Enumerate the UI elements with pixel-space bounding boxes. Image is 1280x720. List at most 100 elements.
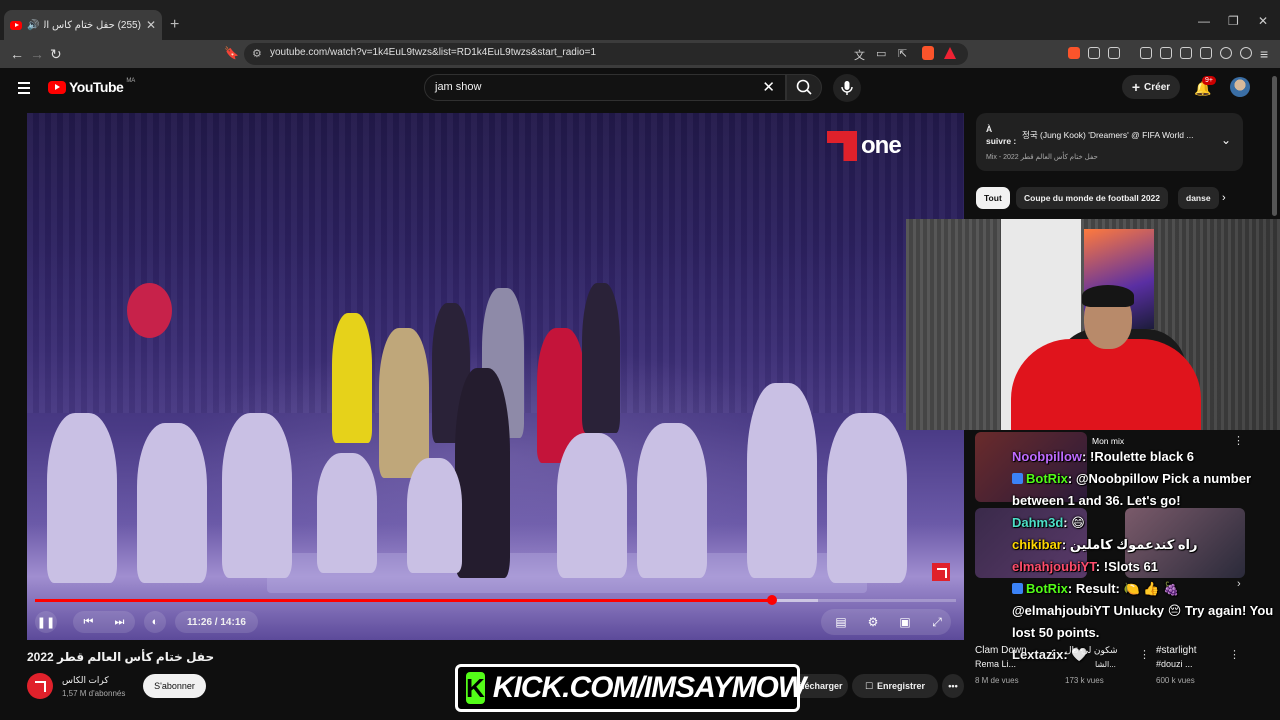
watermark-text: one bbox=[861, 132, 902, 159]
settings-gear-icon[interactable]: ⚙ bbox=[861, 610, 885, 634]
dancer bbox=[137, 423, 207, 583]
up-next-panel[interactable]: À suivre : 정국 (Jung Kook) 'Dreamers' @ F… bbox=[976, 113, 1243, 171]
chevron-right-icon[interactable]: › bbox=[1222, 192, 1226, 204]
fullscreen-icon[interactable]: ⤢ bbox=[925, 610, 949, 634]
played-bar bbox=[35, 599, 772, 602]
card-channel: #douzi ... bbox=[1156, 659, 1193, 669]
account-avatar[interactable] bbox=[1230, 77, 1250, 97]
up-next-title: 정국 (Jung Kook) 'Dreamers' @ FIFA World .… bbox=[1022, 130, 1194, 140]
chat-message: BotRix: @Noobpillow Pick a number betwee… bbox=[1012, 468, 1280, 512]
reload-icon[interactable]: ↻ bbox=[50, 46, 62, 63]
performer-gold bbox=[379, 328, 429, 478]
chip-world-cup[interactable]: Coupe du monde de football 2022 bbox=[1016, 187, 1169, 209]
forward-icon[interactable]: → bbox=[30, 46, 44, 62]
more-vertical-icon[interactable]: ⋮ bbox=[1047, 648, 1058, 661]
chat-text: : !Roulette black 6 bbox=[1082, 449, 1195, 464]
search-button[interactable] bbox=[786, 74, 822, 101]
brave-rewards-icon[interactable] bbox=[944, 47, 956, 59]
miniplayer-icon[interactable]: ▣ bbox=[893, 610, 917, 634]
youtube-masthead: YouTube MA jam show ✕ + Créer 🔔 9+ bbox=[0, 68, 1280, 108]
vpn-icon[interactable] bbox=[1220, 47, 1232, 59]
up-next-meta: Mix - 2022 حفل ختام كأس العالم قطر bbox=[986, 154, 1098, 161]
clear-search-icon[interactable]: ✕ bbox=[762, 78, 775, 96]
dancer bbox=[557, 433, 627, 578]
more-horizontal-icon: ••• bbox=[948, 681, 958, 691]
card-title[interactable]: شكون لي قال bbox=[1065, 644, 1118, 657]
subtitles-icon[interactable]: ▤ bbox=[829, 610, 853, 634]
wallet-icon[interactable] bbox=[1180, 47, 1192, 59]
channel-name[interactable]: كرات الكاس bbox=[62, 675, 109, 686]
site-info-icon[interactable]: ⚙ bbox=[252, 47, 262, 60]
browser-tab[interactable]: 🔊 (255) حفل ختام كأس العالم قطر ✕ bbox=[4, 10, 162, 40]
chat-username[interactable]: chikibar bbox=[1012, 537, 1062, 552]
card-title[interactable]: Clam Down bbox=[975, 644, 1027, 657]
minimize-icon[interactable]: — bbox=[1198, 14, 1210, 28]
save-button[interactable]: ☐ Enregistrer bbox=[852, 674, 938, 698]
channel-avatar[interactable] bbox=[27, 673, 53, 699]
next-icon[interactable]: ⏭ bbox=[115, 616, 125, 629]
address-bar[interactable]: ⚙ youtube.com/watch?v=1k4EuL9twzs&list=R… bbox=[244, 43, 968, 65]
video-title: حفل ختام كأس العالم قطر 2022 bbox=[27, 650, 215, 664]
maximize-icon[interactable]: ❐ bbox=[1228, 14, 1239, 28]
page-scrollbar[interactable] bbox=[1272, 76, 1277, 216]
create-label: Créer bbox=[1144, 81, 1171, 93]
chevron-down-icon[interactable]: ⌄ bbox=[1221, 133, 1231, 147]
speaker-icon[interactable]: 🔊 bbox=[27, 20, 39, 31]
chat-username[interactable]: elmahjoubiYT bbox=[1012, 559, 1096, 574]
voice-search-button[interactable] bbox=[833, 74, 861, 102]
dancer bbox=[222, 413, 292, 578]
window-close-icon[interactable]: ✕ bbox=[1258, 14, 1268, 28]
chip-dance[interactable]: danse bbox=[1178, 187, 1219, 209]
sidebar-icon[interactable] bbox=[1160, 47, 1172, 59]
volume-button[interactable]: ◐ bbox=[144, 611, 166, 633]
pause-button[interactable]: ❚❚ bbox=[35, 611, 57, 633]
card-channel: Rema Li... bbox=[975, 659, 1017, 669]
profile-icon[interactable] bbox=[1240, 47, 1252, 59]
chat-username[interactable]: BotRix bbox=[1026, 581, 1068, 596]
search-input[interactable]: jam show bbox=[435, 81, 481, 93]
bookmark-icon[interactable]: 🔖 bbox=[224, 46, 239, 60]
more-actions-button[interactable]: ••• bbox=[942, 674, 964, 698]
media-icon[interactable] bbox=[1140, 47, 1152, 59]
brave-shield-icon[interactable] bbox=[922, 46, 934, 60]
filter-chips: Tout Coupe du monde de football 2022 dan… bbox=[976, 187, 1240, 209]
share-icon[interactable]: ⇱ bbox=[898, 47, 907, 60]
video-player[interactable]: one ❚❚ ⏮ ⏭ ◐ 11:26 / 14:16 ▤ ⚙ ▣ ⤢ bbox=[27, 113, 964, 640]
card-title[interactable]: #starlight bbox=[1156, 644, 1197, 657]
progress-bar[interactable] bbox=[35, 595, 956, 605]
leo-icon[interactable] bbox=[1200, 47, 1212, 59]
card-views: 173 k vues bbox=[1065, 676, 1104, 685]
extension-icon[interactable] bbox=[1068, 47, 1080, 59]
previous-icon[interactable]: ⏮ bbox=[84, 616, 94, 629]
microphone-icon bbox=[841, 81, 853, 95]
plus-icon: + bbox=[1131, 79, 1141, 95]
subscribe-button[interactable]: S'abonner bbox=[143, 674, 206, 698]
chat-username[interactable]: BotRix bbox=[1026, 471, 1068, 486]
dancer bbox=[407, 458, 462, 573]
chip-all[interactable]: Tout bbox=[976, 187, 1010, 209]
chat-message: Noobpillow: !Roulette black 6 bbox=[1012, 446, 1280, 468]
create-button[interactable]: + Créer bbox=[1122, 75, 1180, 99]
kick-channel-banner: K KICK.COM/IMSAYMOW bbox=[455, 664, 806, 712]
scrubber-handle[interactable] bbox=[766, 595, 777, 605]
save-icon: ☐ bbox=[864, 680, 874, 691]
tab-close-icon[interactable]: ✕ bbox=[146, 18, 156, 32]
chat-username[interactable]: Dahm3d bbox=[1012, 515, 1063, 530]
extension-icon[interactable] bbox=[1108, 47, 1120, 59]
chat-message: chikibar: راه كندعموك كاملين bbox=[1012, 534, 1280, 556]
search-box[interactable]: jam show ✕ bbox=[424, 74, 786, 101]
more-vertical-icon[interactable]: ⋮ bbox=[1229, 648, 1240, 661]
bot-badge-icon bbox=[1012, 583, 1023, 594]
chat-username[interactable]: Noobpillow bbox=[1012, 449, 1082, 464]
corner-logo-icon bbox=[932, 563, 950, 581]
translate-icon[interactable]: 文 bbox=[854, 47, 865, 63]
puzzle-icon[interactable] bbox=[1088, 47, 1100, 59]
back-icon[interactable]: ← bbox=[10, 46, 24, 62]
guide-menu-icon[interactable] bbox=[18, 82, 30, 97]
cast-icon[interactable]: ▭ bbox=[876, 47, 886, 60]
more-vertical-icon[interactable]: ⋮ bbox=[1139, 648, 1150, 661]
youtube-logo[interactable]: YouTube MA bbox=[48, 78, 135, 95]
new-tab-icon[interactable]: + bbox=[170, 16, 179, 34]
menu-icon[interactable]: ≡ bbox=[1260, 46, 1268, 62]
chat-text: : !Slots 61 bbox=[1095, 559, 1158, 574]
